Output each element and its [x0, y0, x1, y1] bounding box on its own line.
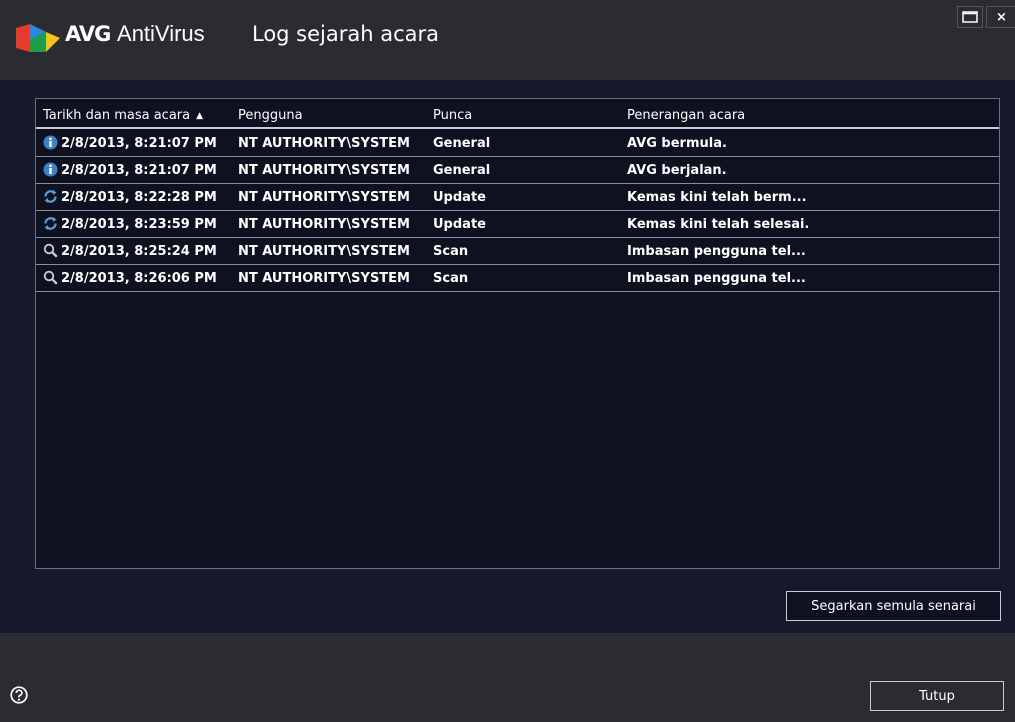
title-bar: AVG AntiVirus Log sejarah acara × — [0, 0, 1015, 80]
update-icon — [44, 190, 57, 203]
cell-source: Update — [433, 217, 486, 232]
cell-user: NT AUTHORITY\SYSTEM — [238, 244, 410, 259]
cell-datetime: 2/8/2013, 8:26:06 PM — [61, 271, 217, 286]
cell-source: General — [433, 136, 491, 151]
column-header-user[interactable]: Pengguna — [238, 108, 303, 123]
cell-user: NT AUTHORITY\SYSTEM — [238, 136, 410, 151]
cell-description: AVG bermula. — [627, 136, 727, 151]
table-header: Tarikh dan masa acara ▲ Pengguna Punca Pe… — [36, 99, 999, 129]
cell-user: NT AUTHORITY\SYSTEM — [238, 190, 410, 205]
scan-icon — [43, 243, 58, 258]
cell-datetime: 2/8/2013, 8:23:59 PM — [61, 217, 217, 232]
brand-light: AntiVirus — [117, 21, 205, 46]
avg-logo-icon — [16, 24, 60, 52]
cell-datetime: 2/8/2013, 8:22:28 PM — [61, 190, 217, 205]
close-button[interactable]: Tutup — [870, 681, 1004, 711]
table-row[interactable]: 2/8/2013, 8:22:28 PM NT AUTHORITY\SYSTEM… — [36, 184, 999, 211]
info-icon — [43, 135, 58, 150]
info-icon — [43, 162, 58, 177]
cell-user: NT AUTHORITY\SYSTEM — [238, 271, 410, 286]
table-row[interactable]: 2/8/2013, 8:25:24 PM NT AUTHORITY\SYSTEM… — [36, 238, 999, 265]
cell-source: Scan — [433, 244, 469, 259]
table-row[interactable]: 2/8/2013, 8:23:59 PM NT AUTHORITY\SYSTEM… — [36, 211, 999, 238]
refresh-list-button[interactable]: Segarkan semula senarai — [786, 591, 1001, 621]
cell-datetime: 2/8/2013, 8:25:24 PM — [61, 244, 217, 259]
cell-source: Update — [433, 190, 486, 205]
cell-datetime: 2/8/2013, 8:21:07 PM — [61, 136, 217, 151]
brand-bold: AVG — [65, 22, 111, 46]
table-row[interactable]: 2/8/2013, 8:21:07 PM NT AUTHORITY\SYSTEM… — [36, 130, 999, 157]
cell-description: Kemas kini telah berm... — [627, 190, 807, 205]
column-header-source[interactable]: Punca — [433, 108, 472, 123]
brand-name: AVG AntiVirus — [65, 21, 205, 47]
maximize-button[interactable] — [957, 6, 983, 28]
table-row[interactable]: 2/8/2013, 8:26:06 PM NT AUTHORITY\SYSTEM… — [36, 265, 999, 292]
sort-ascending-icon: ▲ — [196, 111, 204, 121]
help-icon[interactable] — [10, 686, 28, 704]
column-header-datetime[interactable]: Tarikh dan masa acara ▲ — [43, 108, 203, 123]
table-row[interactable]: 2/8/2013, 8:21:07 PM NT AUTHORITY\SYSTEM… — [36, 157, 999, 184]
cell-user: NT AUTHORITY\SYSTEM — [238, 163, 410, 178]
page-title: Log sejarah acara — [252, 22, 440, 46]
cell-description: Imbasan pengguna tel... — [627, 271, 806, 286]
cell-description: AVG berjalan. — [627, 163, 727, 178]
scan-icon — [43, 270, 58, 285]
column-header-description[interactable]: Penerangan acara — [627, 108, 745, 123]
cell-source: General — [433, 163, 491, 178]
close-window-button[interactable]: × — [986, 6, 1015, 28]
cell-description: Kemas kini telah selesai. — [627, 217, 810, 232]
cell-datetime: 2/8/2013, 8:21:07 PM — [61, 163, 217, 178]
cell-description: Imbasan pengguna tel... — [627, 244, 806, 259]
close-icon: × — [996, 9, 1007, 25]
window-icon — [962, 11, 978, 23]
update-icon — [44, 217, 57, 230]
cell-source: Scan — [433, 271, 469, 286]
event-log-table: Tarikh dan masa acara ▲ Pengguna Punca Pe… — [35, 98, 1000, 569]
cell-user: NT AUTHORITY\SYSTEM — [238, 217, 410, 232]
